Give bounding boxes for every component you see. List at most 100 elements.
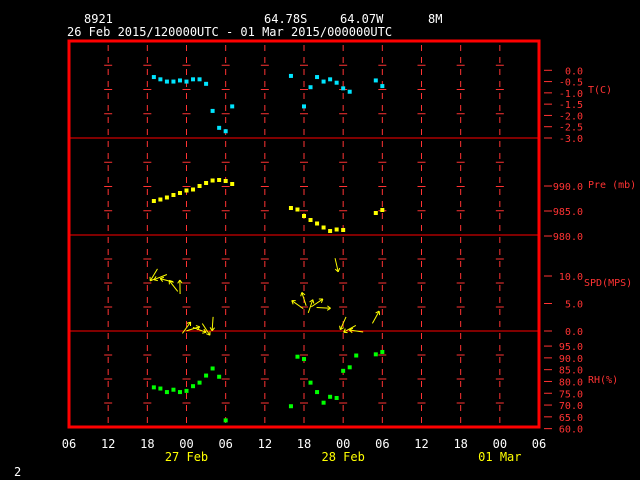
y-tick-label: 90.0 bbox=[559, 354, 583, 365]
data-point bbox=[308, 218, 313, 222]
data-point bbox=[328, 229, 333, 233]
x-tick-label: 00 bbox=[336, 437, 350, 451]
data-point bbox=[217, 374, 222, 379]
data-point bbox=[302, 104, 306, 109]
data-point bbox=[334, 80, 339, 85]
x-tick-label: 18 bbox=[297, 437, 311, 451]
data-point bbox=[373, 352, 378, 357]
data-point bbox=[295, 354, 300, 359]
data-point bbox=[151, 75, 156, 80]
data-point bbox=[171, 387, 176, 392]
data-point bbox=[334, 227, 339, 232]
y-tick-label: 95.0 bbox=[559, 342, 583, 353]
data-point bbox=[230, 182, 235, 186]
x-tick-label: 06 bbox=[62, 437, 76, 451]
data-point bbox=[191, 384, 196, 389]
y-tick-label: -1.5 bbox=[559, 100, 583, 111]
date-label: 28 Feb bbox=[321, 450, 364, 464]
data-point bbox=[334, 395, 339, 400]
data-point bbox=[197, 77, 202, 82]
page-number: 2 bbox=[14, 465, 21, 479]
y-tick-label: 65.0 bbox=[559, 413, 583, 424]
data-point bbox=[347, 365, 352, 370]
data-point bbox=[288, 206, 293, 210]
data-point bbox=[380, 349, 385, 354]
y-tick-label: -2.0 bbox=[559, 111, 583, 122]
data-point bbox=[373, 78, 378, 83]
data-point bbox=[373, 211, 378, 215]
x-tick-label: 00 bbox=[493, 437, 507, 451]
y-tick-label: 985.0 bbox=[553, 207, 583, 218]
data-point bbox=[328, 77, 333, 82]
data-point bbox=[164, 390, 169, 395]
time-range: 26 Feb 2015/120000UTC - 01 Mar 2015/0000… bbox=[67, 25, 392, 39]
y-tick-label: 80.0 bbox=[559, 377, 583, 388]
y-tick-label: 990.0 bbox=[553, 182, 583, 193]
data-point bbox=[151, 199, 156, 203]
data-point bbox=[321, 79, 326, 84]
data-point bbox=[217, 178, 222, 182]
x-tick-label: 18 bbox=[453, 437, 467, 451]
data-point bbox=[158, 386, 163, 391]
data-point bbox=[158, 197, 163, 202]
data-point bbox=[223, 129, 228, 134]
data-point bbox=[184, 188, 189, 193]
data-point bbox=[177, 191, 182, 195]
latitude: 64.78S bbox=[264, 12, 307, 26]
data-point bbox=[210, 366, 215, 371]
data-point bbox=[288, 404, 293, 409]
data-point bbox=[177, 390, 182, 395]
data-point bbox=[197, 184, 202, 188]
data-point bbox=[302, 214, 306, 218]
data-point bbox=[230, 104, 235, 109]
data-point bbox=[177, 78, 182, 83]
data-point bbox=[321, 400, 326, 405]
panel-label: Pre (mb) bbox=[588, 180, 636, 191]
data-point bbox=[210, 108, 215, 113]
data-point bbox=[302, 357, 306, 362]
meteogram: 8921 64.78S 64.07W 8M 26 Feb 2015/120000… bbox=[0, 0, 640, 480]
y-tick-label: 60.0 bbox=[559, 425, 583, 436]
data-point bbox=[380, 84, 385, 89]
data-point bbox=[204, 81, 209, 86]
x-tick-label: 18 bbox=[140, 437, 154, 451]
data-point bbox=[184, 79, 189, 84]
x-tick-label: 00 bbox=[179, 437, 193, 451]
data-point bbox=[308, 380, 313, 385]
data-point bbox=[158, 77, 163, 82]
date-label: 01 Mar bbox=[478, 450, 521, 464]
data-point bbox=[204, 181, 209, 185]
data-point bbox=[197, 380, 202, 385]
data-point bbox=[295, 207, 300, 212]
station-id: 8921 bbox=[84, 12, 113, 26]
data-point bbox=[171, 79, 176, 84]
x-tick-label: 12 bbox=[414, 437, 428, 451]
y-tick-label: 5.0 bbox=[565, 300, 583, 311]
x-tick-label: 06 bbox=[375, 437, 389, 451]
data-point bbox=[315, 390, 320, 395]
x-tick-label: 06 bbox=[532, 437, 546, 451]
data-point bbox=[191, 77, 196, 82]
data-point bbox=[223, 179, 228, 183]
data-point bbox=[328, 394, 333, 399]
y-tick-label: 0.0 bbox=[565, 66, 583, 77]
data-point bbox=[341, 368, 346, 373]
date-label: 27 Feb bbox=[165, 450, 208, 464]
data-point bbox=[288, 73, 293, 78]
data-point bbox=[315, 75, 320, 80]
y-tick-label: -3.0 bbox=[559, 134, 583, 145]
data-point bbox=[210, 178, 215, 183]
data-point bbox=[191, 187, 196, 192]
y-tick-label: 85.0 bbox=[559, 366, 583, 377]
y-tick-label: -2.5 bbox=[559, 123, 583, 134]
y-tick-label: 0.0 bbox=[565, 327, 583, 338]
data-point bbox=[315, 221, 320, 226]
wind-head bbox=[339, 325, 341, 330]
y-tick-label: -1.0 bbox=[559, 89, 583, 100]
y-tick-label: 10.0 bbox=[559, 272, 583, 283]
data-point bbox=[171, 193, 176, 197]
x-tick-label: 12 bbox=[101, 437, 115, 451]
data-point bbox=[308, 85, 313, 90]
y-tick-label: -0.5 bbox=[559, 78, 583, 89]
data-point bbox=[164, 195, 169, 200]
